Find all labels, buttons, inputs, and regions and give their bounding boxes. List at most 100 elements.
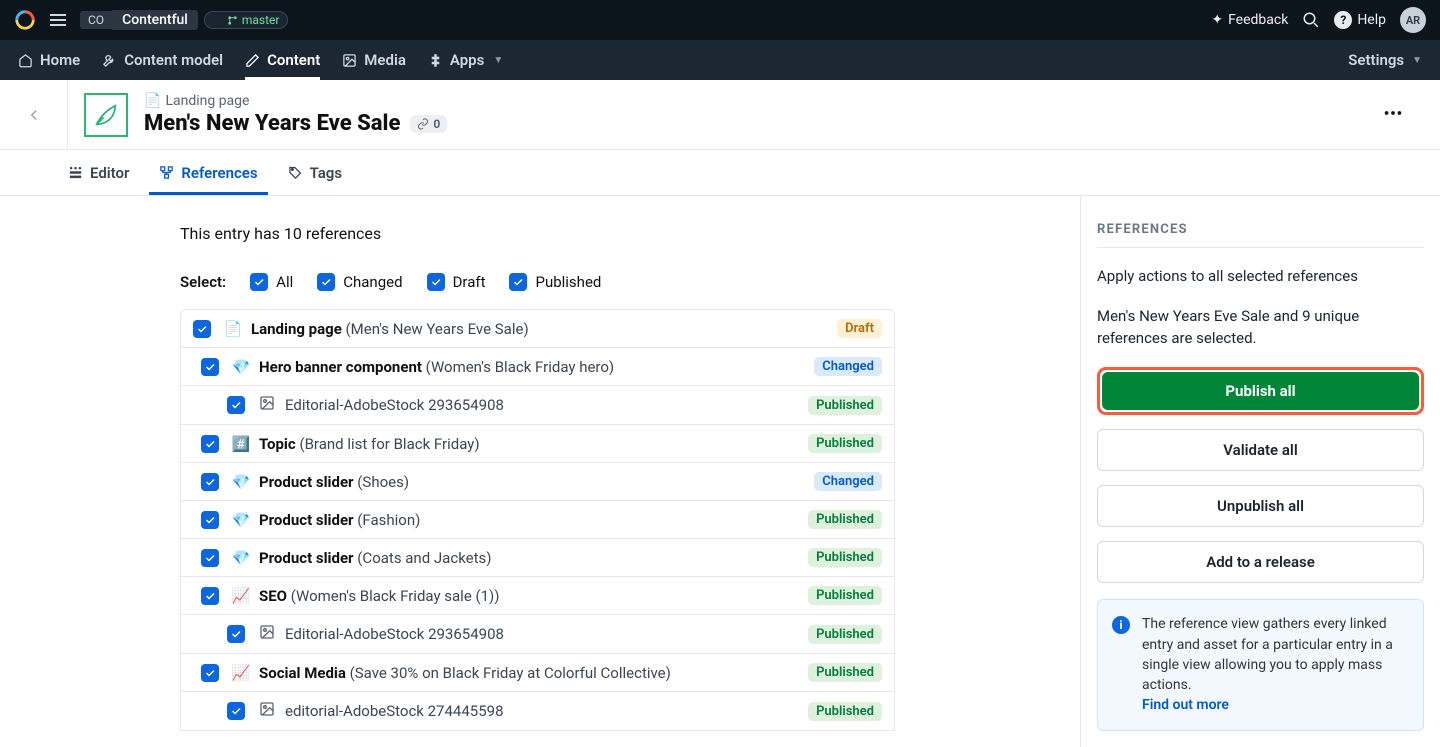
reference-name: (Women's Black Friday sale (1)) bbox=[291, 587, 500, 605]
search-icon[interactable] bbox=[1302, 11, 1320, 29]
breadcrumb[interactable]: 📄 Landing page bbox=[144, 93, 447, 109]
more-icon bbox=[1382, 102, 1404, 124]
space-badge[interactable]: CO bbox=[80, 11, 112, 29]
entry-tabs: Editor References Tags bbox=[0, 150, 1440, 196]
reference-row[interactable]: 💎Hero banner component (Women's Black Fr… bbox=[181, 348, 894, 386]
home-icon bbox=[18, 53, 33, 68]
reference-name: Editorial-AdobeStock 293654908 bbox=[285, 396, 504, 414]
environment-badge[interactable]: master bbox=[204, 11, 289, 29]
checkbox-icon[interactable] bbox=[201, 511, 219, 529]
reference-icon: 💎 bbox=[231, 511, 251, 529]
status-badge: Published bbox=[808, 625, 882, 644]
checkbox-icon[interactable] bbox=[201, 664, 219, 682]
references-main: This entry has 10 references Select: All… bbox=[0, 196, 1080, 747]
reference-name: (Brand list for Black Friday) bbox=[299, 435, 479, 453]
checkbox-icon bbox=[250, 273, 268, 291]
nav-content[interactable]: Content bbox=[245, 40, 320, 80]
checkbox-icon[interactable] bbox=[201, 587, 219, 605]
tab-editor[interactable]: Editor bbox=[68, 150, 129, 195]
reference-row[interactable]: #️⃣Topic (Brand list for Black Friday)Pu… bbox=[181, 425, 894, 463]
menu-icon[interactable] bbox=[50, 14, 66, 26]
pencil-icon bbox=[245, 53, 260, 68]
feedback-link[interactable]: ✦ Feedback bbox=[1211, 12, 1288, 28]
nav-home[interactable]: Home bbox=[18, 40, 80, 80]
nav-apps[interactable]: Apps ▼ bbox=[428, 40, 503, 80]
checkbox-icon[interactable] bbox=[201, 358, 219, 376]
reference-type: Hero banner component bbox=[259, 358, 422, 376]
chevron-left-icon bbox=[25, 106, 43, 124]
checkbox-icon[interactable] bbox=[227, 396, 245, 414]
reference-row[interactable]: 📄Landing page (Men's New Years Eve Sale)… bbox=[181, 310, 894, 348]
status-badge: Published bbox=[808, 702, 882, 721]
reference-row[interactable]: 💎Product slider (Shoes)Changed bbox=[181, 463, 894, 501]
info-icon: i bbox=[1112, 616, 1130, 634]
checkbox-icon[interactable] bbox=[227, 625, 245, 643]
link-count-badge[interactable]: 0 bbox=[410, 115, 447, 133]
page-title: Men's New Years Eve Sale bbox=[144, 111, 400, 136]
info-text: The reference view gathers every linked … bbox=[1142, 616, 1393, 693]
entry-header: 📄 Landing page Men's New Years Eve Sale … bbox=[0, 80, 1440, 150]
reference-type: Topic bbox=[259, 435, 296, 453]
reference-name: (Men's New Years Eve Sale) bbox=[346, 320, 529, 338]
reference-name: (Women's Black Friday hero) bbox=[426, 358, 614, 376]
image-icon bbox=[259, 624, 275, 640]
reference-row[interactable]: Editorial-AdobeStock 293654908 Published bbox=[181, 615, 894, 654]
reference-icon: 💎 bbox=[231, 549, 251, 567]
reference-row[interactable]: Editorial-AdobeStock 293654908Published bbox=[181, 386, 894, 425]
link-icon bbox=[417, 118, 429, 130]
reference-icon: 💎 bbox=[231, 473, 251, 491]
status-badge: Published bbox=[808, 434, 882, 453]
reference-icon bbox=[257, 624, 277, 644]
publish-all-button[interactable]: Publish all bbox=[1102, 372, 1419, 410]
editor-icon bbox=[68, 165, 83, 180]
reference-name: Editorial-AdobeStock 293654908 bbox=[285, 625, 504, 643]
filter-changed[interactable]: Changed bbox=[317, 273, 402, 291]
panel-heading: REFERENCES bbox=[1097, 222, 1424, 248]
unpublish-all-button[interactable]: Unpublish all bbox=[1097, 485, 1424, 527]
validate-all-button[interactable]: Validate all bbox=[1097, 429, 1424, 471]
panel-apply-text: Apply actions to all selected references bbox=[1097, 266, 1424, 288]
tab-references[interactable]: References bbox=[159, 150, 257, 195]
reference-icon: 📄 bbox=[223, 320, 243, 338]
reference-row[interactable]: 📈SEO (Women's Black Friday sale (1))Publ… bbox=[181, 577, 894, 615]
reference-row[interactable]: 💎Product slider (Coats and Jackets)Publi… bbox=[181, 539, 894, 577]
checkbox-icon[interactable] bbox=[193, 320, 211, 338]
reference-row[interactable]: 💎Product slider (Fashion)Published bbox=[181, 501, 894, 539]
checkbox-icon[interactable] bbox=[201, 435, 219, 453]
help-link[interactable]: ? Help bbox=[1334, 11, 1386, 29]
reference-type: Product slider bbox=[259, 473, 354, 491]
tab-tags[interactable]: Tags bbox=[288, 150, 343, 195]
reference-row[interactable]: editorial-AdobeStock 274445598 Published bbox=[181, 692, 894, 731]
filter-published[interactable]: Published bbox=[509, 273, 601, 291]
reference-name: (Fashion) bbox=[357, 511, 420, 529]
filter-draft[interactable]: Draft bbox=[427, 273, 486, 291]
reference-icon: 📈 bbox=[231, 587, 251, 605]
reference-tree: 📄Landing page (Men's New Years Eve Sale)… bbox=[180, 309, 895, 731]
environment-name: master bbox=[242, 13, 280, 27]
reference-name: (Shoes) bbox=[357, 473, 409, 491]
reference-name: editorial-AdobeStock 274445598 bbox=[285, 702, 504, 720]
references-count: This entry has 10 references bbox=[180, 224, 1050, 243]
nav-media[interactable]: Media bbox=[342, 40, 406, 80]
reference-row[interactable]: 📈Social Media (Save 30% on Black Friday … bbox=[181, 654, 894, 692]
add-to-release-button[interactable]: Add to a release bbox=[1097, 541, 1424, 583]
checkbox-icon[interactable] bbox=[201, 473, 219, 491]
sparkle-icon: ✦ bbox=[1211, 12, 1223, 28]
reference-type: SEO bbox=[259, 587, 287, 605]
reference-icon bbox=[257, 395, 277, 415]
filter-all[interactable]: All bbox=[250, 273, 293, 291]
entry-actions-menu[interactable] bbox=[1382, 102, 1424, 128]
select-label: Select: bbox=[180, 273, 226, 291]
nav-settings[interactable]: Settings ▼ bbox=[1348, 51, 1422, 69]
status-badge: Published bbox=[808, 663, 882, 682]
tag-icon bbox=[288, 165, 303, 180]
info-link[interactable]: Find out more bbox=[1142, 697, 1229, 713]
back-button[interactable] bbox=[0, 80, 68, 149]
nav-content-model[interactable]: Content model bbox=[102, 40, 223, 80]
checkbox-icon[interactable] bbox=[201, 549, 219, 567]
references-icon bbox=[159, 165, 174, 180]
checkbox-icon[interactable] bbox=[227, 702, 245, 720]
project-name[interactable]: Contentful bbox=[112, 10, 198, 30]
avatar[interactable]: AR bbox=[1400, 7, 1426, 33]
chevron-down-icon: ▼ bbox=[1412, 55, 1422, 66]
